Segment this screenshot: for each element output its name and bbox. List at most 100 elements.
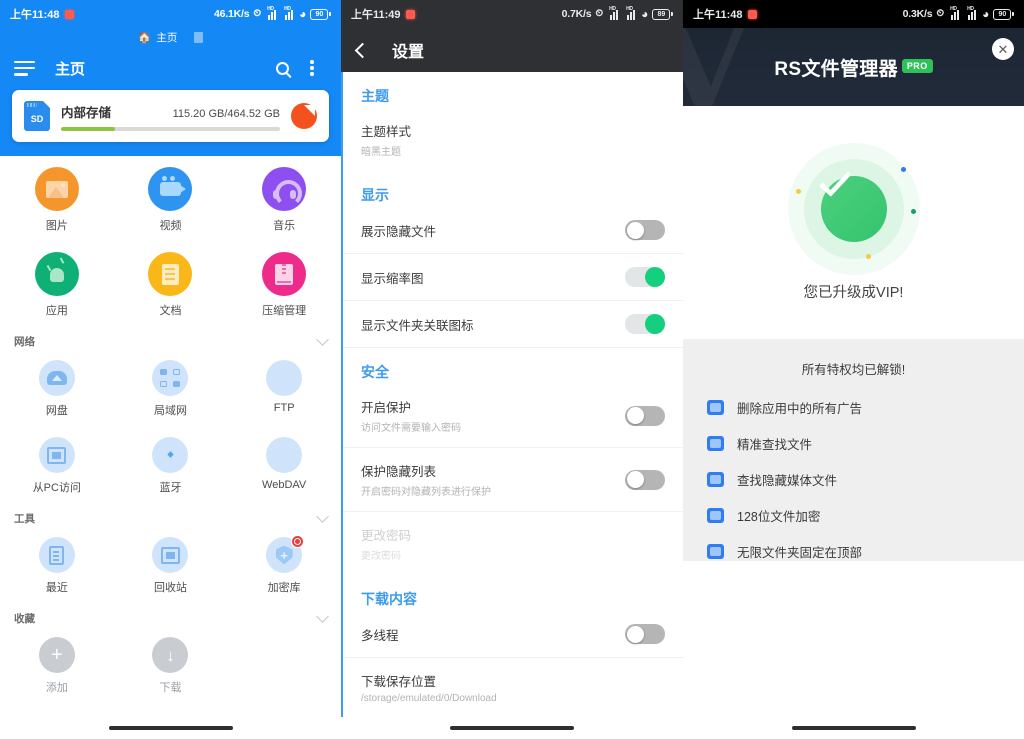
section-grid-2: + 添加 ↓ 下载 bbox=[0, 626, 341, 703]
network-speed: 0.7K/s bbox=[561, 8, 592, 20]
settings-row-subtitle: 访问文件需要输入密码 bbox=[361, 423, 461, 434]
chevron-down-icon[interactable] bbox=[316, 610, 329, 623]
section-item-recycle-bin[interactable]: 回收站 bbox=[114, 526, 228, 603]
wifi-icon: ◕ bbox=[982, 6, 990, 21]
ftp-icon: FTP bbox=[266, 360, 303, 396]
more-button[interactable] bbox=[297, 53, 327, 83]
settings-row-title: 多线程 bbox=[361, 628, 399, 643]
section-item-pc-access[interactable]: 从PC访问 bbox=[0, 426, 114, 503]
vip-message: 您已升级成VIP! bbox=[803, 285, 904, 301]
section-item-webdav[interactable]: WebDAV WebDAV bbox=[227, 426, 341, 503]
settings-toggle[interactable] bbox=[625, 267, 665, 287]
section-grid-1: 最近 回收站 加密库 bbox=[0, 526, 341, 603]
sparkle-3-icon bbox=[910, 209, 916, 214]
category-item-archive[interactable]: 压缩管理 bbox=[227, 241, 341, 326]
privilege-label: 精准查找文件 bbox=[737, 438, 813, 452]
section-header-1[interactable]: 工具 bbox=[0, 503, 341, 526]
settings-toggle[interactable] bbox=[625, 314, 665, 334]
category-item-android[interactable]: 应用 bbox=[0, 241, 114, 326]
settings-row-2-1[interactable]: 保护隐藏列表 开启密码对隐藏列表进行保护 bbox=[343, 448, 683, 512]
settings-row-1-2[interactable]: 显示文件夹关联图标 bbox=[343, 301, 683, 348]
status-time: 上午11:48 bbox=[10, 9, 60, 21]
section-item-recent[interactable]: 最近 bbox=[0, 526, 114, 603]
status-left-2: 上午11:49 bbox=[351, 6, 415, 22]
settings-toggle[interactable] bbox=[625, 220, 665, 240]
more-vertical-icon bbox=[310, 60, 314, 76]
settings-toggle[interactable] bbox=[625, 405, 665, 426]
category-item-document[interactable]: 文档 bbox=[114, 241, 228, 326]
nav-pill-2[interactable] bbox=[450, 726, 574, 730]
panel-vip: 上午11:48 0.3K/s ⏲ HD HD ◕ 90 V RS文件管理器PRO… bbox=[683, 0, 1024, 739]
chevron-down-icon[interactable] bbox=[316, 510, 329, 523]
chevron-down-icon[interactable] bbox=[316, 333, 329, 346]
settings-row-title: 保护隐藏列表 bbox=[361, 465, 437, 479]
section-item-vault[interactable]: 加密库 bbox=[227, 526, 341, 603]
category-label: 音乐 bbox=[273, 220, 296, 232]
storage-progress-track bbox=[61, 126, 280, 131]
settings-row-3-0[interactable]: 多线程 bbox=[343, 611, 683, 658]
status-time: 上午11:48 bbox=[693, 9, 743, 21]
section-item-bluetooth[interactable]: ᛭ 蓝牙 bbox=[114, 426, 228, 503]
section-item-label: WebDAV bbox=[262, 479, 307, 491]
settings-row-1-1[interactable]: 显示缩率图 bbox=[343, 254, 683, 301]
settings-row-2-0[interactable]: 开启保护访问文件需要输入密码 bbox=[343, 384, 683, 448]
privilege-label: 删除应用中的所有广告 bbox=[737, 402, 863, 416]
settings-row-title: 显示缩率图 bbox=[361, 271, 424, 286]
settings-row-0-0[interactable]: 主题样式 暗黑主题 bbox=[343, 108, 683, 171]
settings-toggle[interactable] bbox=[625, 469, 665, 490]
close-button[interactable]: ✕ bbox=[992, 38, 1014, 60]
back-arrow-icon[interactable] bbox=[354, 42, 371, 58]
pc-access-icon bbox=[38, 437, 75, 473]
settings-row-subtitle: /storage/emulated/0/Download bbox=[361, 693, 497, 704]
section-item-ftp[interactable]: FTP FTP bbox=[227, 349, 341, 426]
settings-row-subtitle: 暗黑主题 bbox=[361, 147, 401, 158]
search-button[interactable] bbox=[267, 53, 297, 83]
storage-pie-icon bbox=[291, 103, 317, 129]
settings-row-2-2[interactable]: 更改密码 更改密码 bbox=[343, 512, 683, 575]
category-label: 压缩管理 bbox=[262, 305, 307, 317]
signal-icon-1: HD bbox=[607, 6, 620, 20]
section-header-2[interactable]: 收藏 bbox=[0, 603, 341, 626]
vault-icon bbox=[266, 535, 305, 573]
hamburger-icon[interactable] bbox=[14, 60, 35, 76]
battery-level: 90 bbox=[993, 8, 1012, 20]
status-bar-panel3: 上午11:48 0.3K/s ⏲ HD HD ◕ 90 bbox=[683, 0, 1024, 28]
vault-alert-badge bbox=[291, 535, 305, 548]
status-right: 46.1K/s ⏲ HD HD ◕ 90 bbox=[213, 6, 331, 20]
settings-toggle[interactable] bbox=[625, 624, 665, 644]
check-circle-icon bbox=[787, 143, 920, 275]
storage-body: 内部存储 115.20 GB/464.52 GB bbox=[61, 102, 280, 131]
settings-row-text: 显示缩率图 bbox=[361, 268, 424, 287]
settings-row-3-1[interactable]: 下载保存位置/storage/emulated/0/Download bbox=[343, 658, 683, 717]
section-item-cloud-drive[interactable]: 网盘 bbox=[0, 349, 114, 426]
section-item-lan[interactable]: 局域网 bbox=[114, 349, 228, 426]
breadcrumb[interactable]: 🏠 主页 bbox=[0, 28, 341, 46]
category-item-video[interactable]: 视频 bbox=[114, 156, 228, 241]
section-item-plus[interactable]: + 添加 bbox=[0, 626, 114, 703]
check-ring-inner bbox=[818, 164, 887, 242]
settings-row-text: 展示隐藏文件 bbox=[361, 221, 436, 240]
nav-gesture-bar-1 bbox=[0, 717, 341, 739]
app-bar: 主页 bbox=[0, 46, 341, 90]
lan-icon bbox=[152, 360, 189, 396]
privilege-item: 精准查找文件 bbox=[707, 434, 1024, 453]
nav-pill-3[interactable] bbox=[791, 726, 916, 730]
settings-row-text: 保护隐藏列表 开启密码对隐藏列表进行保护 bbox=[361, 461, 491, 498]
storage-card[interactable]: SD 内部存储 115.20 GB/464.52 GB bbox=[12, 90, 329, 142]
settings-row-text: 开启保护访问文件需要输入密码 bbox=[361, 397, 461, 434]
nav-pill-1[interactable] bbox=[108, 726, 233, 730]
recording-icon bbox=[747, 9, 757, 19]
settings-row-title: 开启保护 bbox=[361, 401, 412, 415]
sparkle-2-icon bbox=[900, 167, 906, 172]
settings-row-1-0[interactable]: 展示隐藏文件 bbox=[343, 207, 683, 254]
category-item-image[interactable]: 图片 bbox=[0, 156, 114, 241]
section-item-label: 回收站 bbox=[153, 582, 187, 594]
settings-list[interactable]: 主题 主题样式 暗黑主题 显示 展示隐藏文件 显示缩率图 显示文件夹关联图标 安全 开启保护 访问… bbox=[341, 72, 683, 739]
section-item-label: 蓝牙 bbox=[159, 482, 182, 494]
section-header-0[interactable]: 网络 bbox=[0, 326, 341, 349]
settings-row-text: 下载保存位置/storage/emulated/0/Download bbox=[361, 671, 497, 704]
encryption-icon bbox=[707, 508, 724, 523]
section-item-download[interactable]: ↓ 下载 bbox=[114, 626, 228, 703]
network-speed: 46.1K/s bbox=[213, 8, 250, 20]
category-item-music[interactable]: 音乐 bbox=[227, 156, 341, 241]
